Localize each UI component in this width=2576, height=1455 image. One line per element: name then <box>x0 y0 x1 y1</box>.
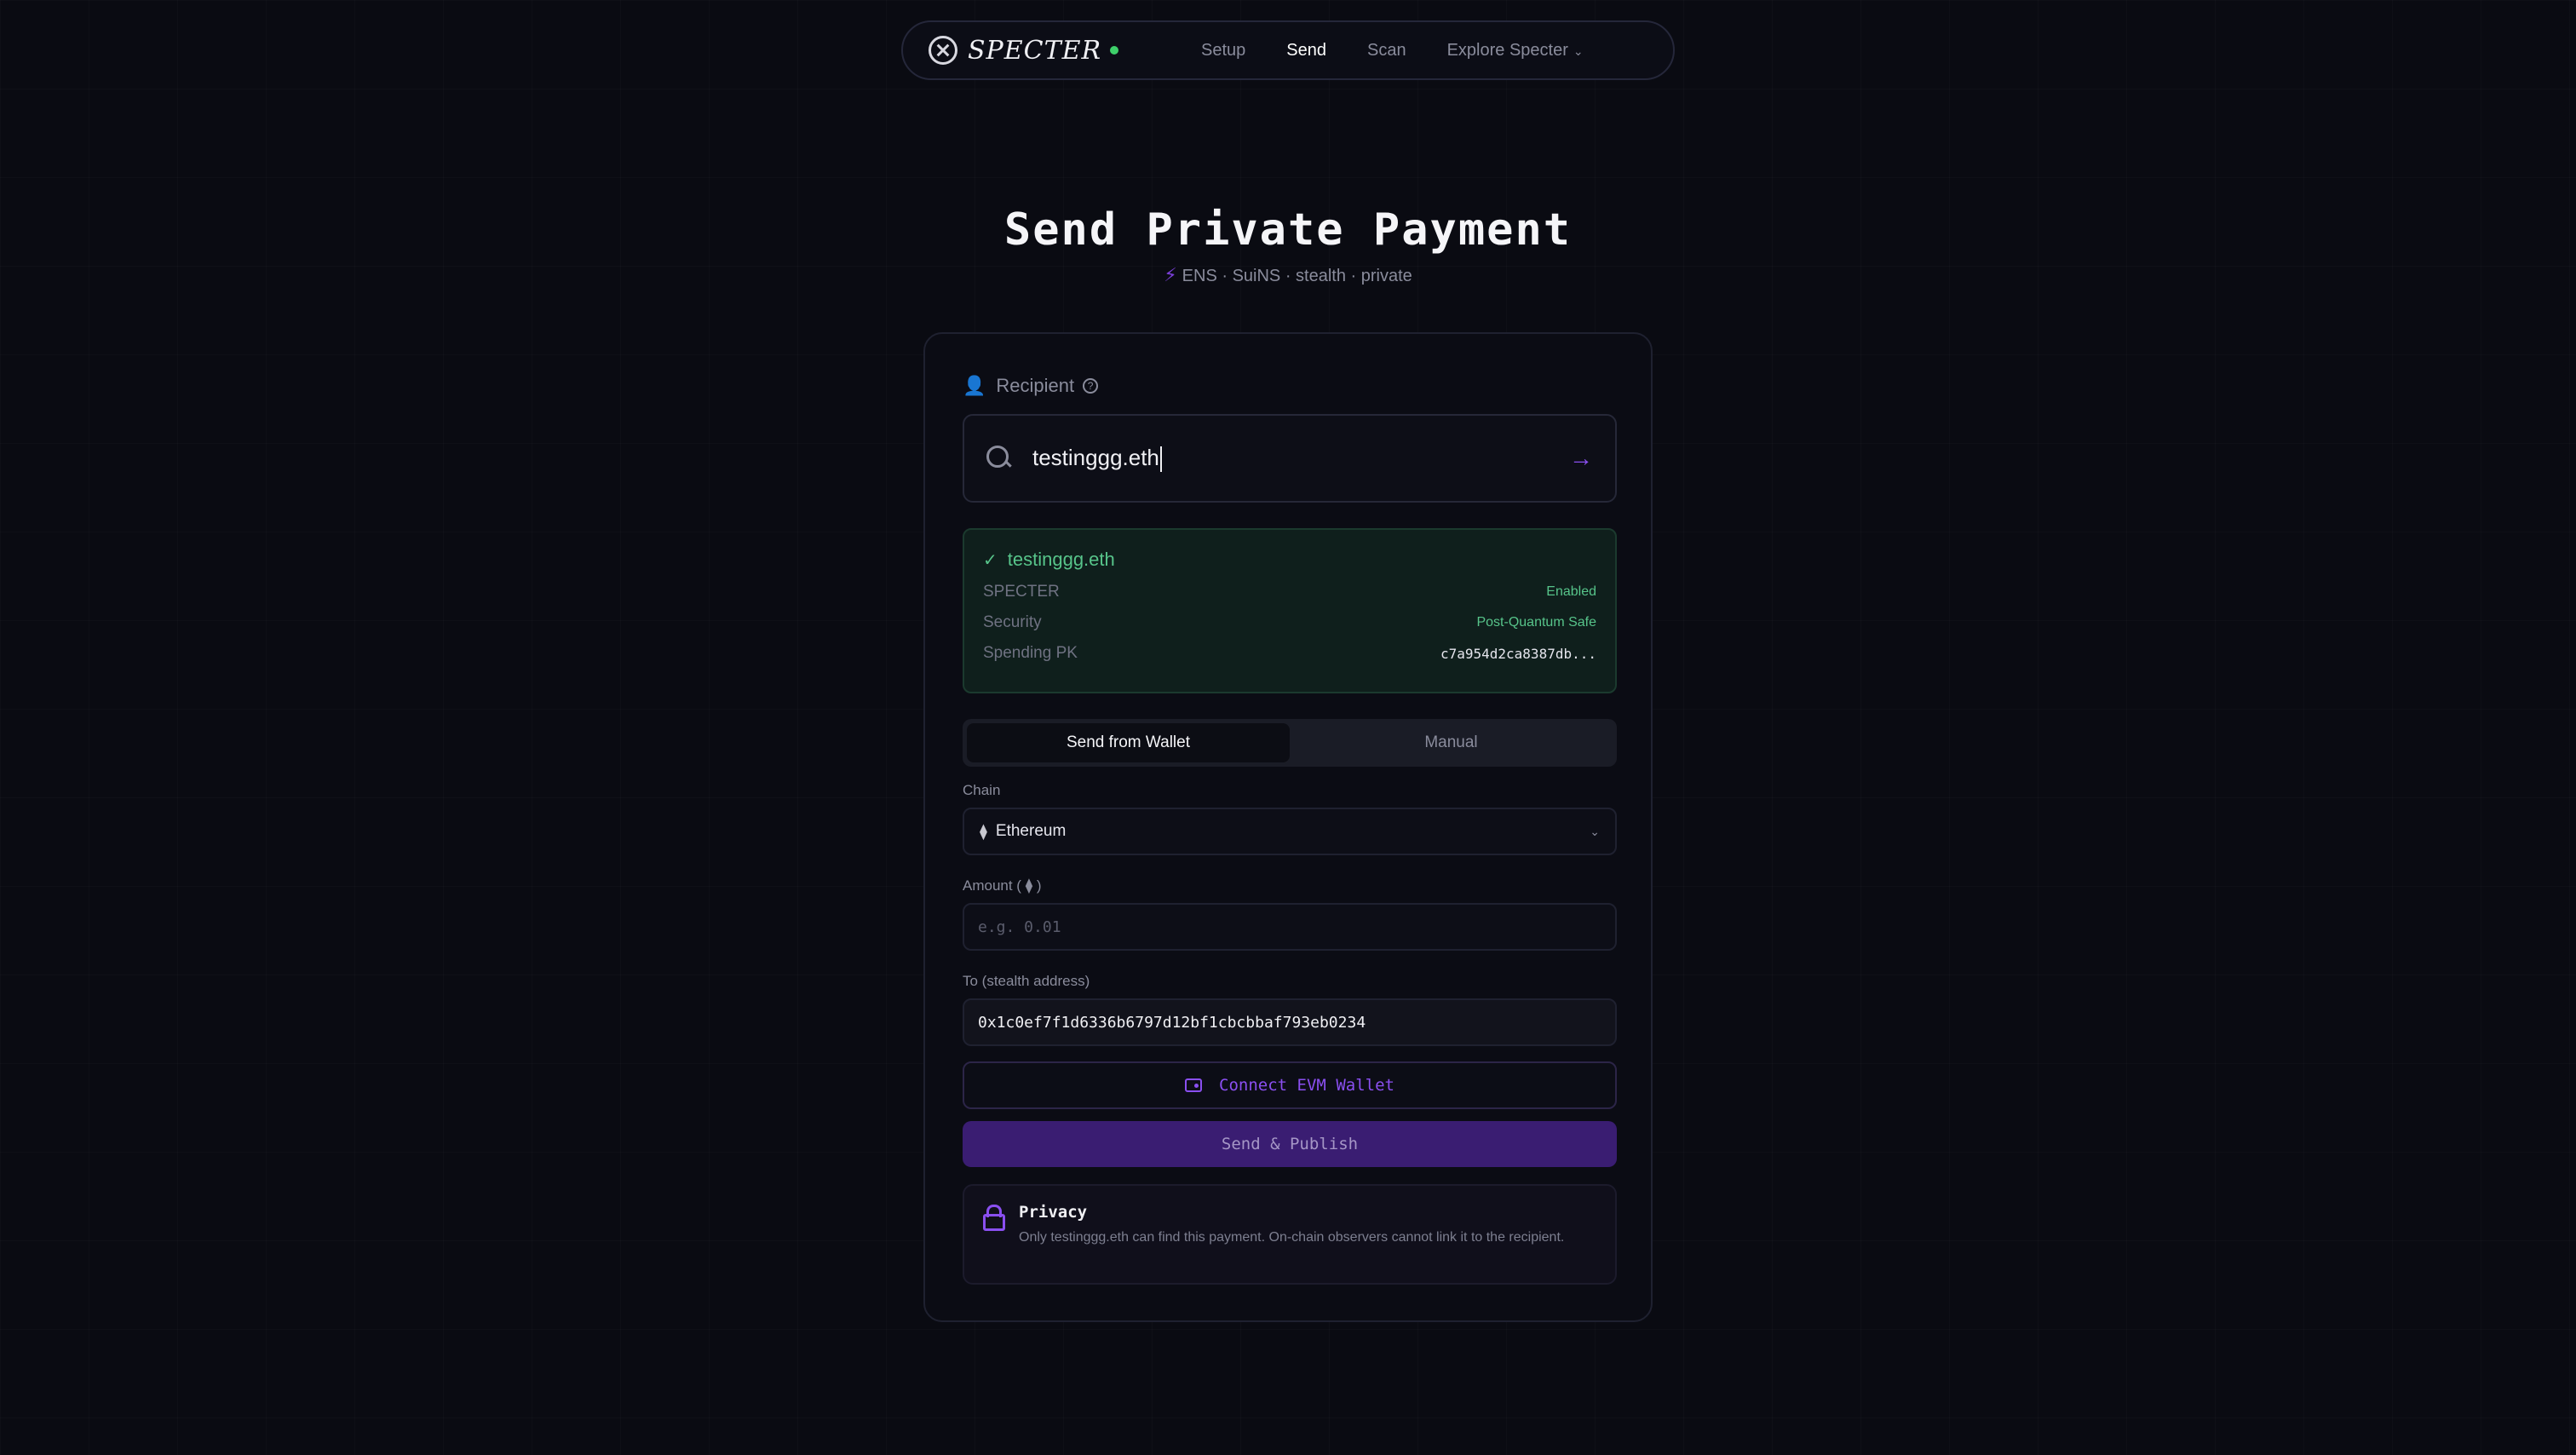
nav-link-explore-label: Explore Specter <box>1446 40 1568 60</box>
nav-links: Setup Send Scan Explore Specter ⌄ <box>1201 41 1624 60</box>
page-subtitle: ⚡ ENS · SuiNS · stealth · private <box>0 264 2576 286</box>
ethereum-icon: ⧫ <box>980 822 987 840</box>
resolved-key: Spending PK <box>983 644 1078 662</box>
resolved-row-spending-pk: Spending PK c7a954d2ca8387db... <box>983 644 1596 663</box>
specter-logo-icon <box>929 36 957 65</box>
resolved-name-row: ✓ testinggg.eth <box>983 549 1596 571</box>
resolved-value: c7a954d2ca8387db... <box>1440 645 1596 662</box>
amount-label: Amount ( ⧫ ) <box>963 877 1617 894</box>
top-nav: SPECTER Setup Send Scan Explore Specter ⌄ <box>901 20 1675 80</box>
nav-link-setup[interactable]: Setup <box>1201 41 1245 60</box>
search-icon <box>986 446 1012 471</box>
recipient-input-value: testinggg.eth <box>1032 444 1159 470</box>
connect-label: Connect EVM Wallet <box>1219 1076 1394 1095</box>
check-icon: ✓ <box>983 550 998 570</box>
text-caret <box>1159 446 1162 473</box>
resolved-recipient-card: ✓ testinggg.eth SPECTER Enabled Security… <box>963 528 1617 693</box>
chevron-down-icon: ⌄ <box>1573 43 1584 58</box>
help-icon[interactable]: ? <box>1083 378 1099 394</box>
recipient-label: Recipient <box>996 375 1075 396</box>
subtitle-text: ENS · SuiNS · stealth · private <box>1182 267 1412 285</box>
send-mode-toggle: Send from Wallet Manual <box>963 719 1617 767</box>
brand[interactable]: SPECTER <box>929 36 1124 66</box>
resolved-key: Security <box>983 613 1042 631</box>
resolved-key: SPECTER <box>983 583 1060 601</box>
privacy-text: Only testinggg.eth can find this payment… <box>1019 1230 1565 1245</box>
send-publish-button[interactable]: Send & Publish <box>963 1121 1617 1167</box>
chevron-down-icon: ⌄ <box>1590 824 1600 838</box>
user-icon: 👤 <box>963 375 986 396</box>
resolved-value: Post-Quantum Safe <box>1476 615 1596 630</box>
tab-send-from-wallet[interactable]: Send from Wallet <box>967 723 1290 762</box>
resolved-row-security: Security Post-Quantum Safe <box>983 613 1596 632</box>
amount-label-suffix: ) <box>1036 877 1042 894</box>
page-title: Send Private Payment <box>1003 204 1573 256</box>
recipient-label-row: 👤 Recipient ? <box>963 375 1617 397</box>
chain-select-value: Ethereum <box>995 822 1067 840</box>
to-label: To (stealth address) <box>963 973 1090 989</box>
connect-evm-wallet-button[interactable]: Connect EVM Wallet <box>963 1061 1617 1109</box>
brand-name: SPECTER <box>968 35 1102 66</box>
privacy-title: Privacy <box>1019 1203 1088 1222</box>
lock-icon <box>983 1203 1005 1231</box>
amount-label-prefix: Amount ( <box>963 877 1021 894</box>
send-card: 👤 Recipient ? testinggg.eth → ✓ testingg… <box>923 332 1653 1322</box>
nav-link-scan[interactable]: Scan <box>1367 41 1406 60</box>
arrow-right-icon[interactable]: → <box>1569 445 1593 472</box>
stealth-address-field[interactable]: 0x1c0ef7f1d6336b6797d12bf1cbcbbaf793eb02… <box>963 998 1617 1046</box>
amount-input[interactable] <box>963 903 1617 951</box>
chain-select[interactable]: ⧫ Ethereum ⌄ <box>963 808 1617 855</box>
ethereum-icon: ⧫ <box>1025 877 1033 894</box>
recipient-input[interactable]: testinggg.eth <box>1032 444 1569 473</box>
privacy-content: Privacy Only testinggg.eth can find this… <box>1019 1203 1564 1266</box>
nav-link-explore[interactable]: Explore Specter ⌄ <box>1447 41 1584 60</box>
chain-label: Chain <box>963 782 1001 798</box>
recipient-search-box[interactable]: testinggg.eth → <box>963 414 1617 503</box>
tab-manual[interactable]: Manual <box>1290 723 1613 762</box>
nav-link-send[interactable]: Send <box>1286 41 1326 60</box>
lightning-icon: ⚡ <box>1164 264 1177 285</box>
resolved-value: Enabled <box>1546 584 1596 599</box>
resolved-name: testinggg.eth <box>1007 549 1115 570</box>
privacy-notice: Privacy Only testinggg.eth can find this… <box>963 1184 1617 1285</box>
resolved-row-specter: SPECTER Enabled <box>983 583 1596 601</box>
wallet-icon <box>1185 1078 1203 1092</box>
status-dot-icon <box>1110 46 1119 55</box>
